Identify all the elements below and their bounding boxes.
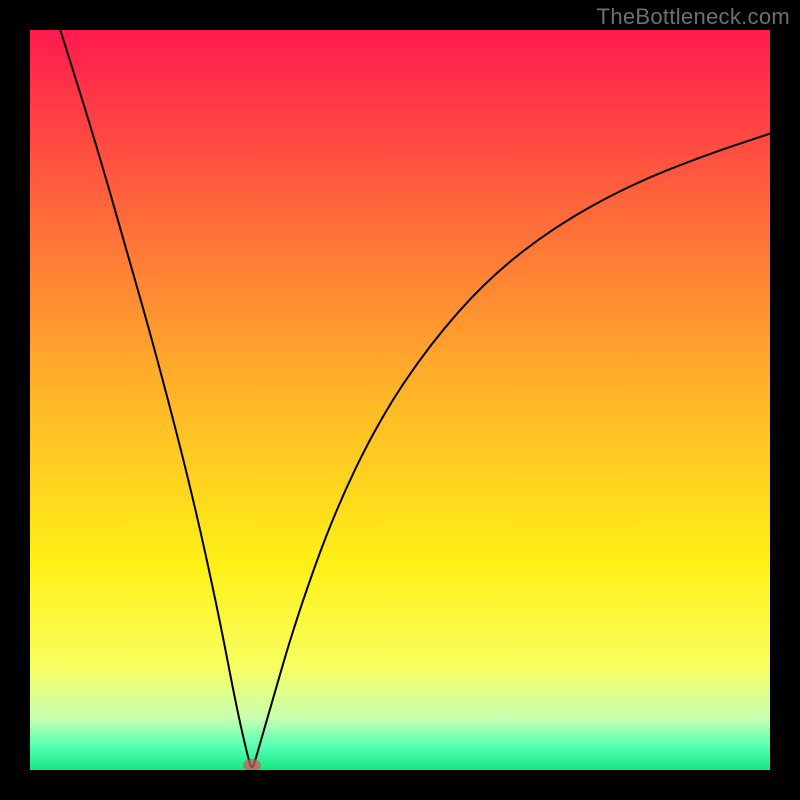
plot-svg xyxy=(30,30,770,770)
gradient-background xyxy=(30,30,770,770)
watermark-text: TheBottleneck.com xyxy=(597,4,790,30)
chart-frame: TheBottleneck.com xyxy=(0,0,800,800)
plot-area xyxy=(30,30,770,770)
